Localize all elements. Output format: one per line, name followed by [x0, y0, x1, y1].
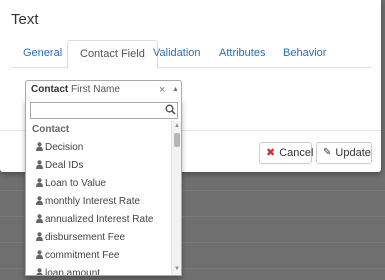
user-icon — [36, 194, 43, 212]
tab-attributes[interactable]: Attributes — [207, 40, 277, 68]
dropdown-search-input[interactable] — [30, 102, 178, 119]
scroll-down-icon[interactable]: ▼ — [173, 265, 181, 273]
contact-field-select[interactable]: Contact First Name × ▲ — [25, 80, 182, 100]
list-item[interactable]: monthly Interest Rate — [26, 193, 171, 211]
pencil-icon: ✎ — [323, 147, 332, 158]
cancel-label: Cancel — [279, 147, 314, 159]
select-dropdown: Contact Decision Deal IDs Loan to Value … — [25, 99, 182, 276]
clear-icon[interactable]: × — [159, 81, 165, 99]
modal-title: Text — [11, 11, 39, 28]
list-item[interactable]: disbursement Fee — [26, 229, 171, 247]
user-icon — [36, 140, 43, 158]
user-icon — [36, 248, 43, 266]
selected-group: Contact — [31, 84, 69, 95]
user-icon — [36, 176, 43, 194]
user-icon — [36, 266, 43, 275]
list-item[interactable]: loan amount — [26, 265, 171, 275]
tab-bar: General Contact Field Validation Attribu… — [11, 40, 371, 69]
dropdown-scrollbar[interactable]: ▲ ▼ — [171, 121, 181, 275]
user-icon — [36, 212, 43, 230]
cancel-button[interactable]: ✖ Cancel — [259, 142, 314, 164]
list-item[interactable]: commitment Fee — [26, 247, 171, 265]
list-item[interactable]: Deal IDs — [26, 157, 171, 175]
tab-behavior[interactable]: Behavior — [271, 40, 338, 68]
close-icon: ✖ — [266, 147, 276, 159]
user-icon — [36, 230, 43, 248]
user-icon — [36, 158, 43, 176]
tab-general[interactable]: General — [11, 40, 74, 68]
options-list: Contact Decision Deal IDs Loan to Value … — [26, 121, 171, 275]
search-icon — [165, 104, 176, 118]
list-item[interactable]: Decision — [26, 139, 171, 157]
scroll-thumb[interactable] — [174, 133, 180, 147]
tab-validation[interactable]: Validation — [141, 40, 213, 68]
list-item[interactable]: annualized Interest Rate — [26, 211, 171, 229]
option-group-label: Contact — [32, 124, 70, 135]
chevron-up-icon[interactable]: ▲ — [172, 81, 179, 99]
selected-value: First Name — [71, 84, 120, 95]
update-button[interactable]: ✎ Update — [316, 142, 372, 164]
list-item[interactable]: Loan to Value — [26, 175, 171, 193]
update-label: Update — [335, 147, 371, 159]
scroll-up-icon[interactable]: ▲ — [173, 122, 181, 130]
